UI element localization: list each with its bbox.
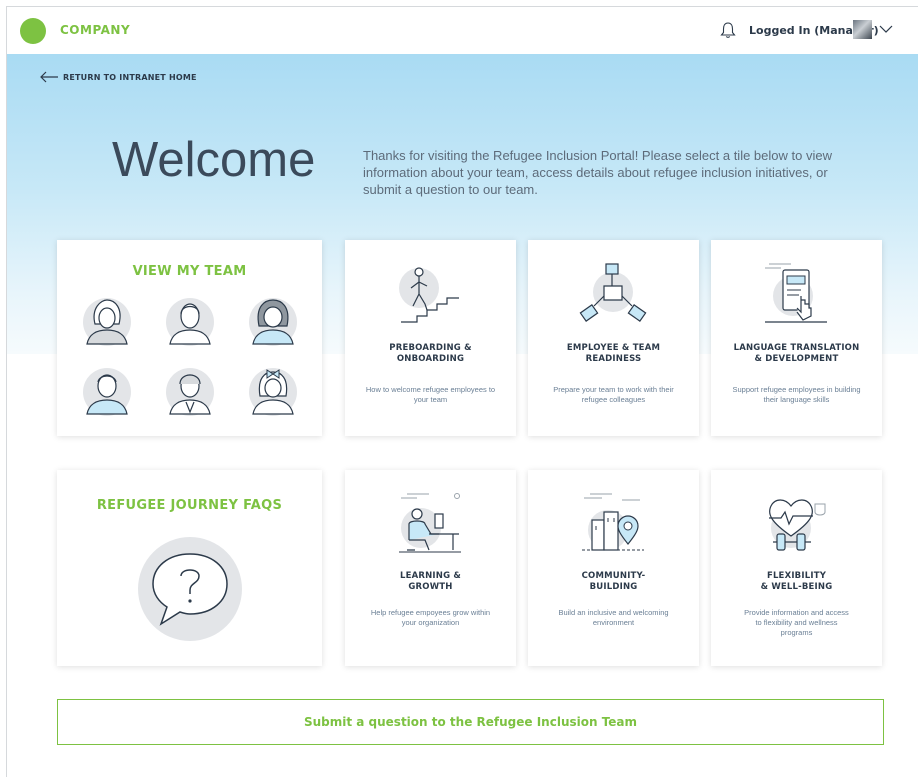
learning-desc-line2: your organization (401, 618, 460, 627)
bell-icon[interactable] (719, 21, 737, 39)
employee-team-readiness-tile[interactable]: EMPLOYEE & TEAM READINESS Prepare your t… (528, 240, 699, 436)
question-bubble-icon (138, 537, 242, 641)
learning-title-line1: LEARNING & (399, 571, 462, 581)
team-hands-icon (579, 263, 647, 322)
flexibility-title-line1: FLEXIBILITY (766, 571, 827, 581)
flexibility-title-line2: & WELL-BEING (760, 582, 833, 592)
language-desc-line2: their language skills (763, 395, 830, 404)
preboarding-desc-line1: How to welcome refugee employees to (365, 385, 496, 394)
app-frame: COMPANY Logged In (Manager) RETURN TO IN… (6, 6, 918, 777)
company-logo[interactable] (20, 18, 46, 44)
flexibility-desc-line3: programs (780, 628, 813, 637)
view-my-team-title: VIEW MY TEAM (132, 264, 247, 279)
tablet-tap-icon (765, 263, 827, 323)
preboarding-desc-line2: your team (413, 395, 448, 404)
team-member-avatar-icon[interactable] (162, 362, 218, 418)
page-title: Welcome (112, 133, 316, 187)
return-home-link[interactable]: RETURN TO INTRANET HOME (39, 71, 197, 83)
top-header: COMPANY Logged In (Manager) (7, 7, 918, 54)
city-location-icon (582, 493, 644, 551)
community-title-line1: COMMUNITY- (581, 571, 646, 581)
arrow-left-icon (40, 71, 58, 83)
language-title-line2: & DEVELOPMENT (754, 354, 839, 364)
submit-question-button[interactable]: Submit a question to the Refugee Inclusi… (57, 699, 884, 745)
chevron-down-icon[interactable] (879, 24, 893, 34)
preboarding-onboarding-tile[interactable]: PREBOARDING & ONBOARDING How to welcome … (345, 240, 516, 436)
intro-text: Thanks for visiting the Refugee Inclusio… (363, 148, 832, 197)
team-member-avatar-icon[interactable] (245, 362, 301, 418)
flexibility-wellbeing-tile[interactable]: FLEXIBILITY & WELL-BEING Provide informa… (711, 470, 882, 666)
employee-team-title-line2: READINESS (585, 354, 642, 364)
team-member-avatar-icon[interactable] (245, 292, 301, 348)
preboarding-title-line1: PREBOARDING & (389, 343, 472, 353)
learning-growth-tile[interactable]: LEARNING & GROWTH Help refugee empoyees … (345, 470, 516, 666)
avatar[interactable] (853, 20, 872, 39)
employee-team-title-line1: EMPLOYEE & TEAM (566, 343, 661, 353)
employee-team-desc-line2: refugee colleagues (581, 395, 646, 404)
team-member-avatar-icon[interactable] (162, 292, 218, 348)
preboarding-title-line2: ONBOARDING (396, 354, 465, 364)
submit-question-label: Submit a question to the Refugee Inclusi… (303, 715, 638, 729)
flexibility-desc-line2: to flexibility and wellness (755, 618, 838, 627)
return-home-label: RETURN TO INTRANET HOME (63, 72, 197, 82)
stairs-climber-icon (399, 267, 459, 323)
refugee-journey-faqs-tile[interactable]: REFUGEE JOURNEY FAQS (57, 470, 322, 666)
language-title-line1: LANGUAGE TRANSLATION (733, 343, 860, 353)
community-desc-line2: environment (592, 618, 635, 627)
brand-name[interactable]: COMPANY (60, 23, 130, 37)
employee-team-desc-line1: Prepare your team to work with their (553, 385, 674, 394)
language-desc-line1: Support refugee employees in building (732, 385, 861, 394)
language-translation-tile[interactable]: LANGUAGE TRANSLATION & DEVELOPMENT Suppo… (711, 240, 882, 436)
heart-dumbbell-icon (769, 499, 826, 551)
team-member-avatar-icon[interactable] (79, 362, 135, 418)
flexibility-desc-line1: Provide information and access (744, 608, 849, 617)
faqs-title: REFUGEE JOURNEY FAQS (96, 498, 283, 513)
learning-title-line2: GROWTH (408, 582, 453, 592)
team-member-avatar-icon[interactable] (79, 292, 135, 348)
view-my-team-tile[interactable]: VIEW MY TEAM (57, 240, 322, 436)
desk-learner-icon (399, 493, 461, 553)
community-title-line2: BUILDING (589, 582, 638, 592)
community-building-tile[interactable]: COMMUNITY- BUILDING Build an inclusive a… (528, 470, 699, 666)
community-desc-line1: Build an inclusive and welcoming (558, 608, 669, 617)
learning-desc-line1: Help refugee empoyees grow within (370, 608, 491, 617)
